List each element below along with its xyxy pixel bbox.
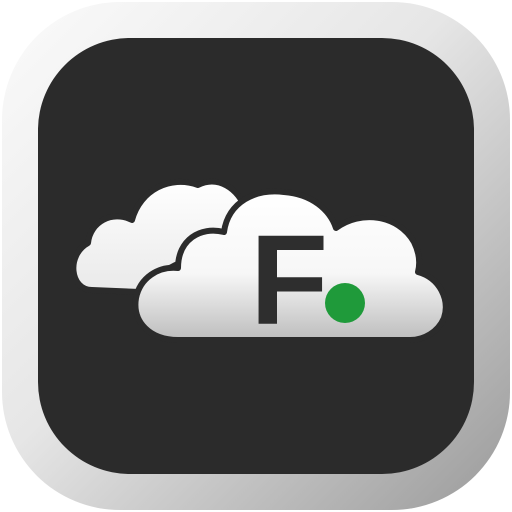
app-icon[interactable]: F bbox=[0, 0, 512, 512]
status-dot-icon bbox=[325, 283, 365, 323]
app-icon-graphic: F bbox=[2, 2, 510, 510]
app-icon-canvas: F bbox=[0, 0, 512, 512]
logo-letter: F bbox=[250, 209, 328, 352]
